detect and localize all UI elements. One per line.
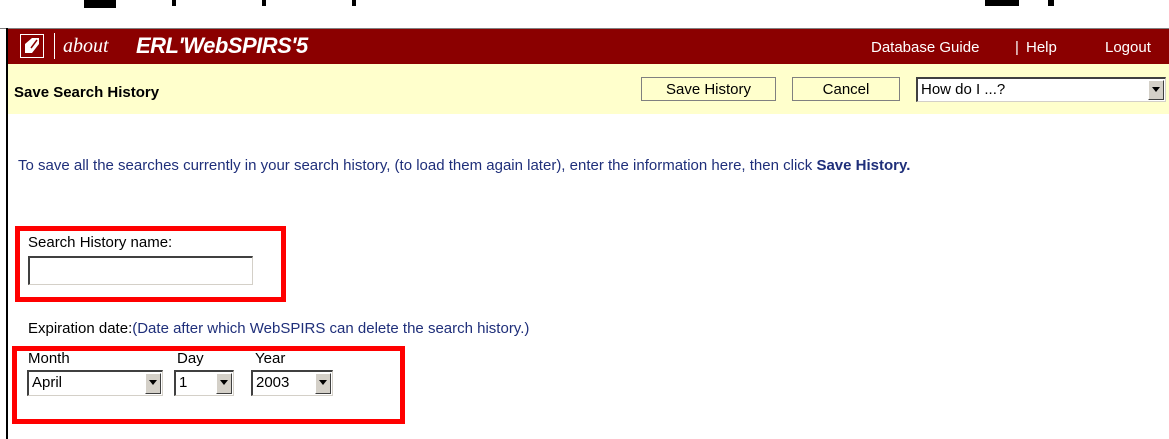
year-value: 2003 <box>256 374 290 391</box>
action-toolbar: Save Search History Save History Cancel … <box>8 64 1169 114</box>
chevron-down-icon[interactable] <box>315 373 331 394</box>
help-link[interactable]: Help <box>1026 39 1057 56</box>
instructions-save-history: Save History. <box>816 157 911 174</box>
chrome-fragment <box>1048 0 1054 6</box>
banner-separator: | <box>1015 39 1019 56</box>
month-value: April <box>32 374 63 391</box>
day-label: Day <box>177 350 204 367</box>
chrome-fragment <box>352 0 356 6</box>
day-select[interactable]: 1 <box>174 370 234 396</box>
day-value: 1 <box>179 374 188 391</box>
year-select[interactable]: 2003 <box>251 370 333 396</box>
chevron-down-icon[interactable] <box>216 373 232 394</box>
browser-chrome-strip <box>0 0 1169 29</box>
month-label: Month <box>28 350 70 367</box>
expiration-date-label: Expiration date:(Date after which WebSPI… <box>28 320 529 337</box>
app-banner: about ERL'WebSPIRS'5 Database Guide | He… <box>8 29 1169 64</box>
cancel-button[interactable]: Cancel <box>792 77 900 101</box>
database-guide-link[interactable]: Database Guide <box>871 39 979 56</box>
how-do-i-value: How do I ...? <box>921 81 1006 98</box>
history-name-label: Search History name: <box>28 234 173 251</box>
chevron-down-icon[interactable] <box>145 373 161 394</box>
how-do-i-dropdown[interactable]: How do I ...? <box>916 77 1166 102</box>
page-title: Save Search History <box>14 84 160 101</box>
expiration-label: Expiration date: <box>28 320 133 337</box>
brand-about[interactable]: about <box>54 33 109 59</box>
expiration-note: (Date after which WebSPIRS can delete th… <box>132 320 530 337</box>
logo-icon <box>20 34 44 58</box>
chrome-fragment <box>262 0 266 6</box>
chrome-fragment <box>985 0 1019 6</box>
history-name-input[interactable] <box>28 256 253 285</box>
logout-link[interactable]: Logout <box>1105 39 1151 56</box>
instructions-body: To save all the searches currently in yo… <box>18 157 817 174</box>
chrome-fragment <box>172 0 176 6</box>
brand-logo-text: ERL'WebSPIRS'5 <box>136 33 308 58</box>
year-label: Year <box>255 350 286 367</box>
save-history-button[interactable]: Save History <box>641 77 776 101</box>
chrome-fragment <box>84 0 116 8</box>
instructions-text: To save all the searches currently in yo… <box>18 156 1138 176</box>
chevron-down-icon[interactable] <box>1148 80 1164 100</box>
month-select[interactable]: April <box>27 370 163 396</box>
